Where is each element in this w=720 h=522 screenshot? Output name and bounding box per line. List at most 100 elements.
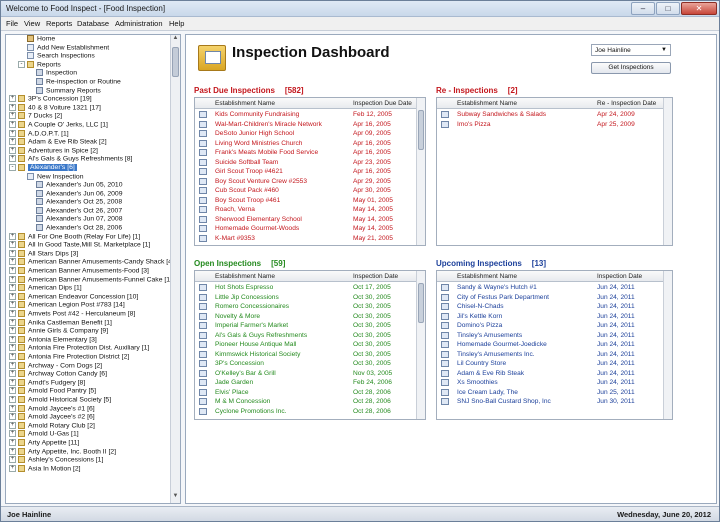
list-item[interactable]: Subway Sandwiches & Salads Apr 24, 2009	[437, 110, 672, 119]
tree-item[interactable]: + All Stars Dips [3]	[6, 249, 172, 259]
column-header-name[interactable]: Establishment Name	[457, 100, 517, 107]
list-item[interactable]: Sandy & Wayne's Hutch #1 Jun 24, 2011	[437, 283, 672, 292]
tree-item[interactable]: Add New Establishment	[6, 43, 172, 53]
tree-item[interactable]: + American Banner Amusements-Funnel Cake …	[6, 275, 172, 285]
menu-file[interactable]: File	[6, 19, 18, 28]
tree-item[interactable]: + All In Good Taste,Mill St. Marketplace …	[6, 241, 172, 250]
tree-item[interactable]: +3P's Concession [19]	[6, 95, 172, 104]
tree-item[interactable]: + Archway - Corn Dogs [2]	[6, 361, 172, 371]
tree-item[interactable]: + American Banner Amusements-Candy Shack …	[6, 258, 172, 267]
tree-item[interactable]: + Arnold Jaycee's #2 [6]	[6, 413, 172, 422]
scroll-thumb[interactable]	[418, 283, 424, 323]
tree-item[interactable]: Home	[6, 35, 172, 44]
expand-icon[interactable]: +	[9, 361, 16, 369]
list-item[interactable]: O'Kelley's Bar & Grill Nov 03, 2005	[195, 369, 425, 378]
column-header-date[interactable]: Inspection Date	[353, 273, 398, 280]
tree-item[interactable]: + Asia In Motion [2]	[6, 464, 172, 474]
re-inspections-list[interactable]: Establishment Name Re - Inspection Date Su…	[436, 97, 673, 246]
list-item[interactable]: M & M Concession Oct 28, 2006	[195, 397, 425, 406]
tree-item[interactable]: + Archway Cotton Candy [6]	[6, 370, 172, 379]
menu-reports[interactable]: Reports	[46, 19, 72, 28]
tree-item[interactable]: Re-inspection or Routine	[6, 77, 172, 87]
tree-item[interactable]: +7 Ducks [2]	[6, 112, 172, 121]
scroll-down-icon[interactable]: ▼	[171, 493, 180, 503]
list-item[interactable]: Cub Scout Pack #460 Apr 30, 2005	[195, 186, 425, 195]
list-item[interactable]: DeSoto Junior High School Apr 09, 2005	[195, 129, 425, 138]
tree-item[interactable]: Summary Reports	[6, 86, 172, 96]
list-item[interactable]: Kids Community Fundraising Feb 12, 2005	[195, 110, 425, 119]
list-item[interactable]: Homemade Gourmet-Woods May 14, 2005	[195, 224, 425, 233]
tree-item[interactable]: +40 & 8 Voiture 1321 [17]	[6, 103, 172, 113]
tree-item[interactable]: + Antonia Fire Protection Dist. Auxiliary…	[6, 344, 172, 353]
expand-icon[interactable]: +	[9, 344, 16, 352]
tree-item[interactable]: + Anika Castleman Benefit [1]	[6, 318, 172, 328]
list-item[interactable]: Boy Scout Troop #461 May 01, 2005	[195, 196, 425, 205]
list-item[interactable]: Domino's Pizza Jun 24, 2011	[437, 321, 672, 330]
expand-icon[interactable]: +	[9, 318, 16, 326]
expand-icon[interactable]: +	[9, 95, 16, 103]
tree-item[interactable]: + Adam & Eve Rib Steak [2]	[6, 138, 172, 147]
tree-item[interactable]: + Antonia Fire Protection District [2]	[6, 352, 172, 362]
tree-item[interactable]: + Amvets Post #42 - Herculaneum [8]	[6, 310, 172, 319]
expand-icon[interactable]: +	[9, 129, 16, 137]
get-inspections-button[interactable]: Get Inspections	[591, 62, 671, 74]
expand-icon[interactable]: +	[9, 232, 16, 240]
expand-icon[interactable]: +	[9, 103, 16, 111]
list-item[interactable]: Homemade Gourmet-Joedicke Jun 24, 2011	[437, 340, 672, 349]
maximize-button[interactable]: □	[656, 2, 680, 15]
tree-item[interactable]: New Inspection	[6, 172, 172, 182]
list-item[interactable]: Sherwood Elementary School May 14, 2005	[195, 215, 425, 224]
list-item[interactable]: Jade Garden Feb 24, 2006	[195, 378, 425, 387]
menu-administration[interactable]: Administration	[115, 19, 163, 28]
column-header-date[interactable]: Inspection Due Date	[353, 100, 412, 107]
tree-item[interactable]: + Annie Girls & Company [9]	[6, 327, 172, 336]
tree-item[interactable]: + Adventures in Spice [2]	[6, 146, 172, 156]
tree-item[interactable]: Alexander's Oct 26, 2007	[6, 206, 172, 216]
scroll-thumb[interactable]	[172, 47, 179, 77]
tree-item[interactable]: + Arnold Historical Society [5]	[6, 395, 172, 405]
list-item[interactable]: Hot Shots Espresso Oct 17, 2005	[195, 283, 425, 292]
expand-icon[interactable]: +	[9, 301, 16, 309]
list-item[interactable]: Wal-Mart-Children's Miracle Network Apr 1…	[195, 120, 425, 129]
tree-item[interactable]: Alexander's Jun 05, 2010	[6, 181, 172, 190]
column-header-date[interactable]: Re - Inspection Date	[597, 100, 656, 107]
tree-item[interactable]: + American Dips [1]	[6, 284, 172, 293]
tree-item[interactable]: + A Couple O' Jerks, LLC [1]	[6, 120, 172, 130]
menu-help[interactable]: Help	[169, 19, 184, 28]
list-item[interactable]: K-Mart #9353 May 21, 2005	[195, 234, 425, 243]
list-item[interactable]: 3P's Concession Oct 30, 2005	[195, 359, 425, 368]
expand-icon[interactable]: +	[9, 155, 16, 163]
menu-database[interactable]: Database	[77, 19, 109, 28]
list-scrollbar[interactable]	[663, 271, 672, 419]
tree-item[interactable]: Alexander's Jun 07, 2008	[6, 215, 172, 224]
list-item[interactable]: Living Word Ministries Church Apr 16, 200…	[195, 139, 425, 148]
tree-item[interactable]: - Reports	[6, 60, 172, 70]
scroll-up-icon[interactable]: ▲	[171, 35, 180, 45]
expand-icon[interactable]: +	[9, 120, 16, 128]
list-item[interactable]: Tinsley's Amusements Jun 24, 2011	[437, 331, 672, 340]
tree-item[interactable]: + Antonia Elementary [3]	[6, 335, 172, 345]
column-header-name[interactable]: Establishment Name	[457, 273, 517, 280]
tree-item[interactable]: Alexander's Oct 28, 2006	[6, 224, 172, 233]
expand-icon[interactable]: +	[9, 387, 16, 395]
expand-icon[interactable]: +	[9, 447, 16, 455]
expand-icon[interactable]: +	[9, 421, 16, 429]
tree-item[interactable]: + Arnold Jaycee's #1 [6]	[6, 404, 172, 414]
minimize-button[interactable]: –	[631, 2, 655, 15]
list-item[interactable]: Ice Cream Lady, The Jun 25, 2011	[437, 388, 672, 397]
tree-item[interactable]: + Arndt's Fudgery [8]	[6, 378, 172, 388]
tree-item[interactable]: Search Inspections	[6, 52, 172, 61]
list-item[interactable]: Al's Gals & Guys Refreshments Oct 30, 200…	[195, 331, 425, 340]
list-scrollbar[interactable]	[416, 271, 425, 419]
tree-item[interactable]: + Arty Appetite, Inc. Booth II [2]	[6, 447, 172, 457]
tree-item[interactable]: + Arty Appetite [11]	[6, 438, 172, 448]
expand-icon[interactable]: +	[9, 404, 16, 412]
tree-scrollbar[interactable]: ▲ ▼	[170, 35, 180, 503]
tree-item[interactable]: + Al's Gals & Guys Refreshments [8]	[6, 155, 172, 164]
expand-icon[interactable]: +	[9, 352, 16, 360]
list-item[interactable]: Suicide Softball Team Apr 23, 2005	[195, 158, 425, 167]
tree-item[interactable]: Inspection	[6, 69, 172, 78]
list-item[interactable]: Girl Scout Troop #4621 Apr 16, 2005	[195, 167, 425, 176]
close-button[interactable]: ✕	[681, 2, 717, 15]
column-header-name[interactable]: Establishment Name	[215, 100, 275, 107]
